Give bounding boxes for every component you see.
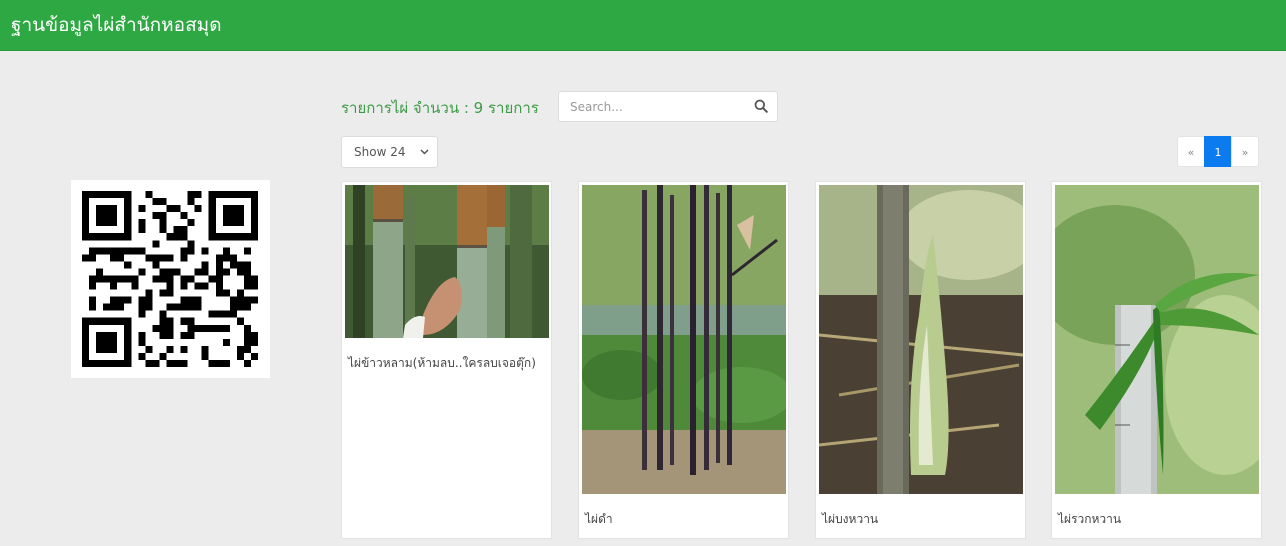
bamboo-photo[interactable] (345, 185, 549, 338)
bamboo-card[interactable]: ไผ่บงหวาน (815, 181, 1026, 539)
qr-code-image (82, 191, 258, 367)
bamboo-photo[interactable] (582, 185, 786, 494)
pagination-next-button[interactable]: » (1231, 136, 1259, 167)
bamboo-card-title[interactable]: ไผ่ดำ (579, 510, 788, 528)
site-title[interactable]: ฐานข้อมูลไผ่สำนักหอสมุด (11, 14, 222, 36)
bamboo-photo[interactable] (1055, 185, 1259, 494)
bamboo-card-title[interactable]: ไผ่ข้าวหลาม(ห้ามลบ..ใครลบเจอตุ๊ก) (342, 354, 551, 372)
pagination-page-1[interactable]: 1 (1204, 136, 1232, 167)
bamboo-card-title[interactable]: ไผ่รวกหวาน (1052, 510, 1261, 528)
pagination-prev-button[interactable]: « (1177, 136, 1205, 167)
bamboo-photo[interactable] (819, 185, 1023, 494)
page-size-select[interactable]: Show 24 (341, 136, 438, 168)
search-box (558, 91, 778, 122)
bamboo-card[interactable]: ไผ่รวกหวาน (1051, 181, 1262, 539)
item-count-label: รายการไผ่ จำนวน : 9 รายการ (341, 99, 539, 117)
bamboo-card-title[interactable]: ไผ่บงหวาน (816, 510, 1025, 528)
bamboo-card[interactable]: ไผ่ดำ (578, 181, 789, 539)
search-input[interactable] (559, 92, 749, 121)
bamboo-card[interactable]: ไผ่ข้าวหลาม(ห้ามลบ..ใครลบเจอตุ๊ก) (341, 181, 552, 539)
search-icon[interactable] (754, 99, 768, 113)
page-size-value: Show 24 (354, 145, 406, 159)
qr-code-card (71, 180, 270, 378)
chevron-down-icon (420, 149, 429, 155)
pagination: « 1 » (1177, 136, 1259, 167)
site-header: ฐานข้อมูลไผ่สำนักหอสมุด (0, 0, 1286, 51)
